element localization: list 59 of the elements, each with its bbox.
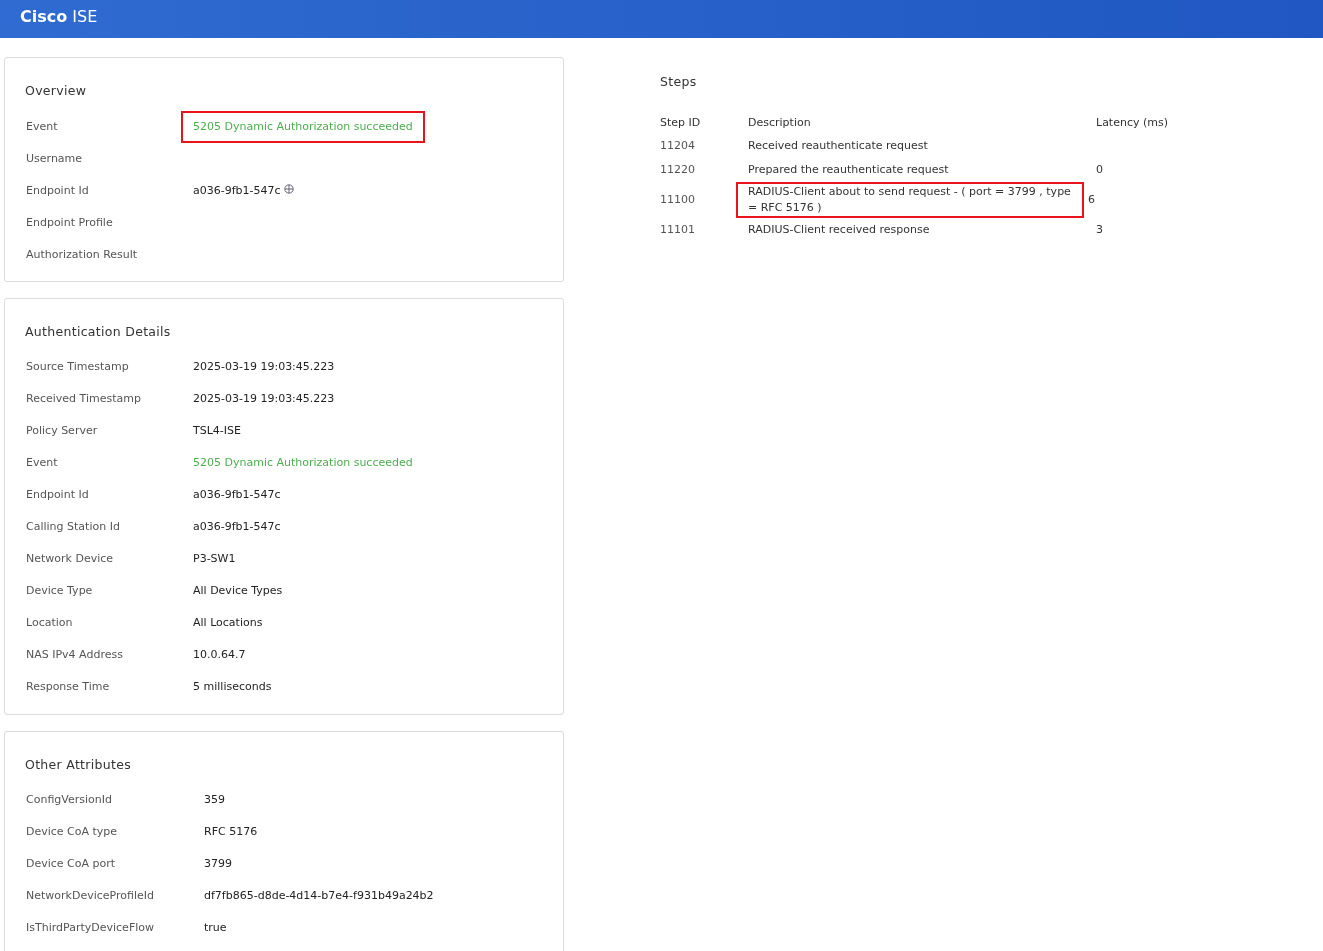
field-value: 10.0.64.7	[193, 647, 246, 664]
column-header: Step ID	[660, 114, 702, 131]
field-value: 359	[204, 792, 225, 808]
field-label: ConfigVersionId	[25, 792, 113, 808]
field-value: P3-SW1	[193, 551, 236, 568]
field-value: All Device Types	[193, 583, 283, 600]
field-label: Device CoA type	[25, 824, 119, 840]
step-description: Prepared the reauthenticate request	[748, 161, 950, 178]
app-title: Cisco ISE	[20, 6, 98, 28]
step-description: RADIUS-Client received response	[748, 221, 931, 238]
field-value: All Locations	[193, 615, 263, 632]
field-label: Source Timestamp	[25, 359, 130, 376]
field-label: IsThirdPartyDeviceFlow	[25, 920, 155, 936]
step-id: 11220	[660, 161, 696, 178]
field-value: 3799	[204, 856, 232, 872]
field-label: Event	[25, 455, 59, 472]
step-latency: 0	[1096, 161, 1104, 178]
step-latency: 6	[1088, 191, 1096, 208]
column-header: Latency (ms)	[1096, 114, 1169, 131]
field-value: df7fb865-d8de-4d14-b7e4-f931b49a24b2	[204, 888, 434, 904]
step-description: RADIUS-Client about to send request - ( port = 3799 , type = RFC 5176 )	[736, 181, 1084, 218]
field-label: Username	[25, 150, 84, 167]
field-label: Policy Server	[25, 423, 99, 440]
field-value: a036-9fb1-547c	[193, 182, 281, 199]
card-title: Overview	[25, 82, 88, 100]
field-value: a036-9fb1-547c	[193, 519, 281, 536]
card-title: Other Attributes	[25, 755, 132, 774]
field-label: Response Time	[25, 679, 111, 696]
card-title: Authentication Details	[25, 322, 172, 341]
field-value: a036-9fb1-547c	[193, 487, 281, 504]
field-label: Event	[25, 118, 59, 135]
step-id: 11204	[660, 137, 696, 154]
field-value: 2025-03-19 19:03:45.223	[193, 359, 335, 376]
field-value: 5 milliseconds	[193, 679, 272, 696]
field-label: Location	[25, 615, 74, 632]
field-label: Network Device	[25, 551, 115, 568]
field-value: 2025-03-19 19:03:45.223	[193, 391, 335, 408]
field-label: NAS IPv4 Address	[25, 647, 124, 664]
field-value: true	[204, 920, 227, 936]
field-label: Calling Station Id	[25, 519, 121, 536]
step-description: Received reauthenticate request	[748, 137, 929, 154]
crosshair-icon[interactable]	[283, 183, 294, 194]
field-label: Device CoA port	[25, 856, 117, 872]
field-label: NetworkDeviceProfileId	[25, 888, 155, 904]
step-latency: 3	[1096, 221, 1104, 238]
field-label: Received Timestamp	[25, 391, 142, 408]
event-status: 5205 Dynamic Authorization succeeded	[181, 110, 425, 143]
field-label: Endpoint Profile	[25, 214, 114, 231]
field-label: Authorization Result	[25, 246, 139, 263]
field-label: Endpoint Id	[25, 182, 90, 199]
field-label: Endpoint Id	[25, 487, 90, 504]
field-value: RFC 5176	[204, 824, 258, 840]
field-value: TSL4-ISE	[193, 423, 241, 440]
field-label: Device Type	[25, 583, 94, 600]
section-title: Steps	[660, 73, 698, 91]
event-status: 5205 Dynamic Authorization succeeded	[193, 455, 413, 472]
column-header: Description	[748, 114, 812, 131]
step-id: 11101	[660, 221, 696, 238]
step-id: 11100	[660, 191, 696, 208]
